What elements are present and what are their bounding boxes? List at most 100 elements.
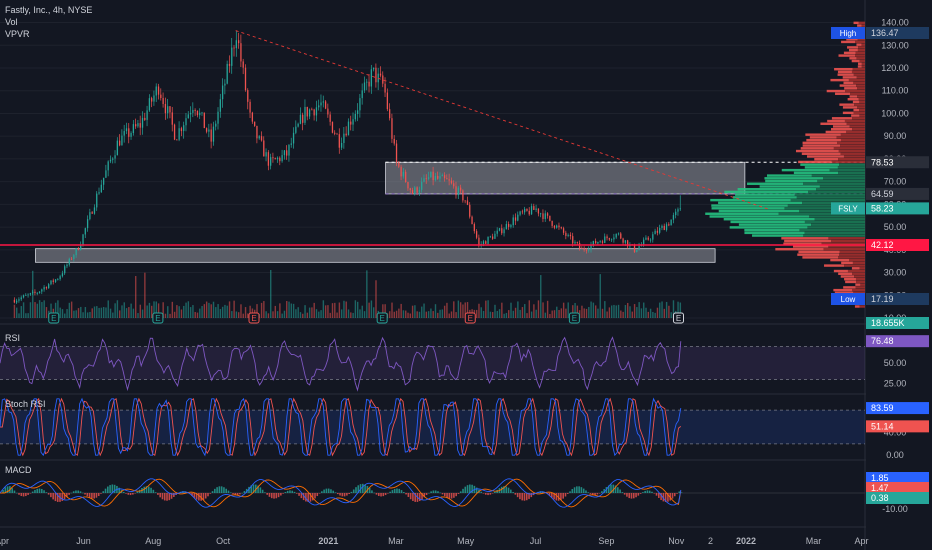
profile-row <box>858 62 865 65</box>
profile-row <box>842 76 865 79</box>
earnings-marker-label: E <box>51 314 56 323</box>
candle-body <box>139 123 141 128</box>
candle-body <box>489 236 492 238</box>
candle-body <box>361 90 363 99</box>
chart-canvas[interactable]: EEEEEEE 10.0020.0030.0040.0050.0060.0070… <box>0 0 932 550</box>
price-tick-label: 140.00 <box>881 18 909 28</box>
macd-histogram-bar <box>220 486 223 493</box>
candle-body <box>203 112 205 129</box>
candle-body <box>421 181 423 190</box>
volume-bar <box>82 312 84 318</box>
earnings-marker-label: E <box>676 314 681 323</box>
candle-body <box>73 255 75 260</box>
profile-down <box>823 248 865 251</box>
profile-down <box>840 144 865 147</box>
volume-bar <box>633 304 636 318</box>
volume-bar <box>613 304 615 318</box>
profile-up <box>849 95 858 98</box>
vpvr-label[interactable]: VPVR <box>5 28 92 40</box>
profile-down <box>854 275 865 278</box>
candle-body <box>240 43 242 62</box>
volume-bar <box>237 312 240 318</box>
candle-body <box>171 112 173 125</box>
rsi-tick-label: 50.00 <box>884 358 907 368</box>
profile-row <box>747 182 865 185</box>
profile-up <box>800 147 834 150</box>
candle-body <box>199 112 201 116</box>
macd-histogram-bar <box>102 491 105 493</box>
macd-histogram-bar <box>598 493 601 494</box>
candle-body <box>407 182 409 189</box>
volume-bar <box>102 307 105 318</box>
candle-body <box>439 176 441 179</box>
candle-body <box>50 280 52 285</box>
volume-bar <box>64 313 66 318</box>
volume-bar <box>615 305 617 318</box>
macd-histogram-bar <box>578 486 580 493</box>
volume-bar <box>203 304 206 318</box>
macd-histogram-bar <box>412 493 414 501</box>
volume-bar <box>208 302 210 318</box>
candle-body <box>68 258 70 265</box>
candle <box>226 60 228 85</box>
price-label-support: 42.12 <box>866 239 929 251</box>
earnings-marker[interactable]: E <box>376 312 388 324</box>
volume-bar <box>432 311 434 318</box>
rsi-label[interactable]: RSI <box>5 333 20 343</box>
candle-body <box>178 128 180 140</box>
profile-down <box>814 218 865 221</box>
macd-histogram-bar <box>418 493 421 502</box>
volume-bar <box>533 304 535 318</box>
profile-down <box>859 267 865 270</box>
profile-down <box>838 171 865 175</box>
profile-row <box>830 258 865 262</box>
profile-up <box>841 261 853 265</box>
earnings-marker[interactable]: E <box>464 312 476 324</box>
profile-down <box>858 46 865 49</box>
earnings-marker[interactable]: E <box>248 312 260 324</box>
macd-histogram-bar <box>173 493 175 497</box>
macd-histogram-bar <box>619 489 621 493</box>
volume-bar <box>228 301 231 318</box>
volume-bar <box>519 309 521 318</box>
profile-row <box>857 65 865 68</box>
candle-body <box>519 211 521 215</box>
macd-histogram-bar <box>266 493 268 495</box>
earnings-marker[interactable]: E <box>568 312 580 324</box>
volume-bar <box>544 312 547 318</box>
profile-up <box>842 111 854 115</box>
candle-body <box>601 241 604 243</box>
macd-histogram-bar <box>36 488 39 493</box>
candle-body <box>542 213 544 219</box>
macd-histogram-bar <box>25 493 27 497</box>
profile-down <box>823 177 865 180</box>
candle-body <box>453 183 455 187</box>
candle-body <box>370 69 373 87</box>
volume-bar <box>359 309 361 318</box>
time-tick-label: Sep <box>598 536 614 546</box>
volume-bar <box>414 305 416 318</box>
profile-up <box>705 212 779 215</box>
profile-down <box>838 158 865 161</box>
macd-histogram-bar <box>389 491 391 493</box>
volume-bar <box>549 313 551 318</box>
macd-histogram-bar <box>494 491 496 493</box>
macd-histogram-bar <box>480 491 483 493</box>
symbol-title[interactable]: Fastly, Inc., 4h, NYSE <box>5 4 92 16</box>
macd-histogram-bar <box>223 487 225 493</box>
vol-label[interactable]: Vol <box>5 16 92 28</box>
volume-bar <box>457 300 460 318</box>
profile-row <box>744 231 865 235</box>
volume-bar <box>272 311 274 318</box>
macd-label[interactable]: MACD <box>5 465 32 475</box>
earnings-marker[interactable]: E <box>672 312 684 324</box>
stoch-rsi-label[interactable]: Stoch RSI <box>5 399 46 409</box>
candle-body <box>109 159 112 162</box>
macd-histogram-bar <box>232 493 234 494</box>
candle-body <box>84 228 86 235</box>
volume-bar <box>670 312 672 318</box>
earnings-marker[interactable]: E <box>152 312 164 324</box>
macd-histogram-bar <box>398 488 401 493</box>
earnings-marker[interactable]: E <box>48 312 60 324</box>
candle-body <box>295 126 297 133</box>
